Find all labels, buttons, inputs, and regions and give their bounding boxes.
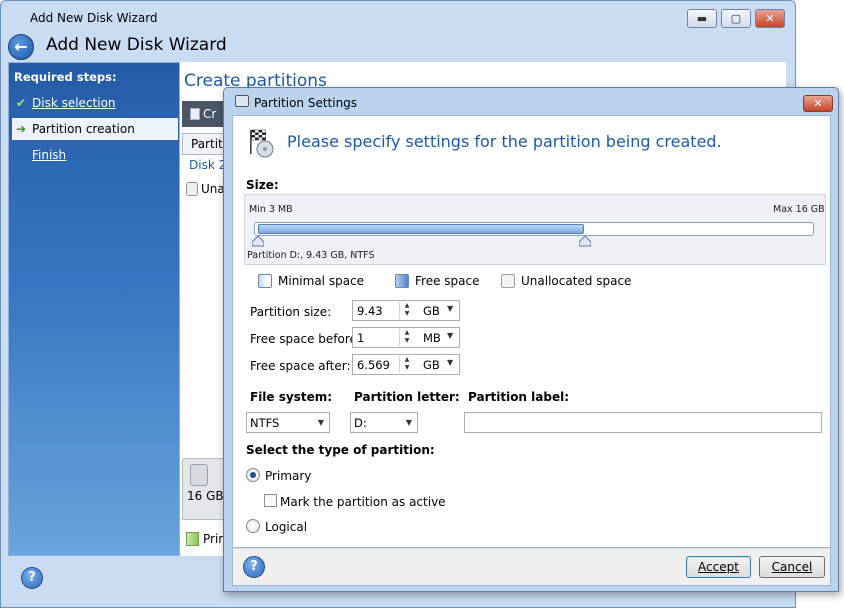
minimal-space-swatch-icon — [258, 274, 272, 288]
partition-size-stepper[interactable]: 9.43 ▲ ▼ GB ▼ — [352, 300, 460, 321]
spin-arrows: ▲ ▼ — [399, 356, 413, 373]
spin-up-icon[interactable]: ▲ — [402, 329, 412, 337]
dialog-title: Partition Settings — [254, 96, 358, 110]
legend-free-space: Free space — [395, 273, 479, 289]
cancel-label: Cancel — [771, 560, 813, 574]
spin-down-icon[interactable]: ▼ — [402, 337, 412, 345]
spin-up-icon[interactable]: ▲ — [402, 356, 412, 364]
arrow-right-icon: ➔ — [16, 122, 27, 136]
disk-size: 16 GB — [187, 489, 224, 503]
min-size-label: Min 3 MB — [249, 204, 293, 215]
partition-letter-value: D: — [354, 416, 367, 430]
radio-dot — [250, 472, 256, 478]
free-after-value[interactable]: 6.569 — [357, 358, 390, 372]
primary-radio[interactable] — [246, 468, 260, 482]
free-before-stepper[interactable]: 1 ▲ ▼ MB ▼ — [352, 327, 460, 348]
required-steps-title: Required steps: — [14, 70, 117, 84]
partition-size-unit[interactable]: GB — [423, 304, 440, 318]
free-before-value[interactable]: 1 — [357, 331, 364, 345]
dialog-app-icon — [235, 95, 249, 107]
file-system-select[interactable]: NTFS ▼ — [246, 412, 330, 433]
unallocated-swatch-icon — [501, 274, 515, 288]
maximize-button[interactable]: ▢ — [721, 9, 751, 28]
cancel-button[interactable]: Cancel — [759, 556, 825, 578]
step-finish[interactable]: Finish — [12, 144, 178, 166]
partition-letter-select[interactable]: D: ▼ — [350, 412, 418, 433]
mark-active-label[interactable]: Mark the partition as active — [280, 495, 446, 509]
dialog-help-icon[interactable]: ? — [243, 556, 265, 578]
right-slider-handle[interactable] — [579, 236, 591, 247]
legend-unallocated-space: Unallocated space — [501, 273, 631, 289]
free-after-unit[interactable]: GB — [423, 358, 440, 372]
free-after-stepper[interactable]: 6.569 ▲ ▼ GB ▼ — [352, 354, 460, 375]
left-slider-handle[interactable] — [252, 236, 264, 247]
unit-dropdown-icon[interactable]: ▼ — [447, 331, 453, 340]
dialog-heading: Please specify settings for the partitio… — [287, 132, 722, 151]
logical-label[interactable]: Logical — [265, 520, 307, 534]
legend-label: Unallocated space — [521, 274, 632, 288]
close-button[interactable]: ✕ — [755, 9, 785, 28]
spin-up-icon[interactable]: ▲ — [402, 302, 412, 310]
legend-label: Free space — [415, 274, 480, 288]
spin-arrows: ▲ ▼ — [399, 329, 413, 346]
table-row[interactable]: Una — [186, 182, 225, 196]
checkmark-icon: ✔ — [16, 96, 27, 110]
primary-label[interactable]: Primary — [265, 469, 311, 483]
dialog-close-button[interactable]: ✕ — [803, 95, 833, 112]
accept-button[interactable]: Accept — [686, 556, 751, 578]
partition-label-label: Partition label: — [468, 390, 570, 404]
chevron-down-icon: ▼ — [317, 418, 324, 427]
checkered-flag-disk-icon — [250, 129, 274, 158]
help-icon[interactable]: ? — [21, 567, 43, 589]
spin-down-icon[interactable]: ▼ — [402, 364, 412, 372]
minimize-button[interactable]: ▬ — [687, 9, 717, 28]
chevron-down-icon: ▼ — [405, 418, 412, 427]
size-label: Size: — [246, 178, 279, 192]
partition-type-title: Select the type of partition: — [246, 443, 435, 457]
partition-size-value[interactable]: 9.43 — [357, 304, 383, 318]
accept-label: Accept — [698, 560, 739, 574]
hard-disk-icon — [190, 464, 208, 486]
step-disk-selection[interactable]: ✔ Disk selection — [12, 92, 178, 114]
new-partition-icon — [190, 108, 200, 120]
free-after-label: Free space after: — [250, 359, 351, 373]
wizard-heading: Add New Disk Wizard — [46, 35, 227, 55]
wizard-title: Add New Disk Wizard — [30, 11, 158, 25]
partition-label-input[interactable] — [464, 412, 822, 433]
file-system-value: NTFS — [250, 416, 280, 430]
disk-icon — [186, 182, 198, 196]
mark-active-checkbox[interactable] — [264, 494, 277, 507]
free-before-unit[interactable]: MB — [423, 331, 441, 345]
partition-letter-label: Partition letter: — [354, 390, 460, 404]
logical-radio[interactable] — [246, 519, 260, 533]
step-label[interactable]: Finish — [32, 148, 66, 162]
partition-caption: Partition D:, 9.43 GB, NTFS — [247, 250, 375, 261]
file-system-label: File system: — [250, 390, 333, 404]
unit-dropdown-icon[interactable]: ▼ — [447, 358, 453, 367]
partition-size-bar[interactable] — [258, 224, 584, 234]
disk-label: Disk 2 — [189, 158, 227, 172]
max-size-label: Max 16 GB — [773, 204, 825, 215]
spin-down-icon[interactable]: ▼ — [402, 310, 412, 318]
free-before-label: Free space before: — [250, 332, 361, 346]
row-label: Una — [201, 182, 225, 196]
free-space-swatch-icon — [395, 274, 409, 288]
partition-size-label: Partition size: — [250, 305, 332, 319]
primary-swatch-icon — [186, 532, 199, 546]
legend-minimal-space: Minimal space — [258, 273, 364, 289]
step-partition-creation: ➔ Partition creation — [12, 118, 178, 140]
step-label[interactable]: Disk selection — [32, 96, 116, 110]
step-label: Partition creation — [32, 122, 135, 136]
back-arrow-icon[interactable]: ← — [8, 34, 34, 60]
legend-label: Minimal space — [278, 274, 365, 288]
toolbar-label: Cr — [203, 107, 217, 121]
spin-arrows: ▲ ▼ — [399, 302, 413, 319]
unit-dropdown-icon[interactable]: ▼ — [447, 304, 453, 313]
